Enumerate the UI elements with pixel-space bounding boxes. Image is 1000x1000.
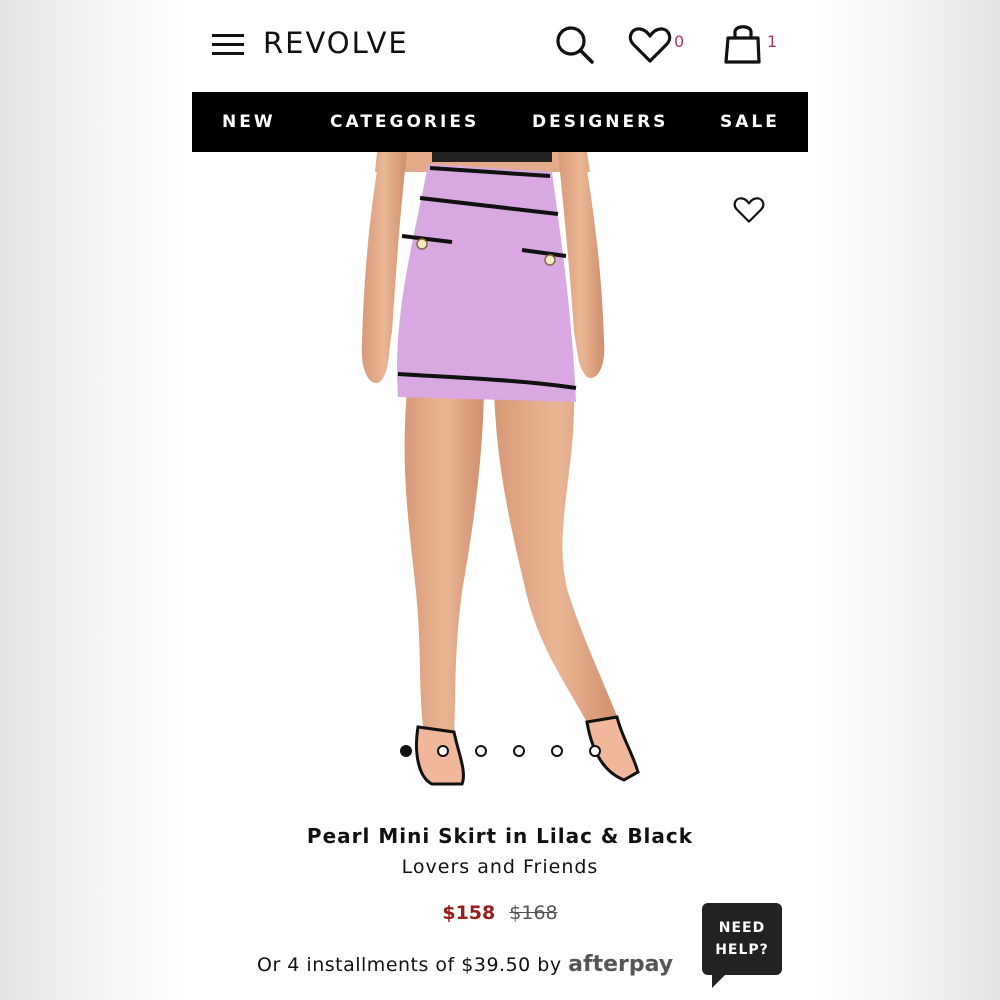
- carousel-dot-6[interactable]: [589, 745, 601, 757]
- installments-text: Or 4 installments of $39.50 by afterpay: [257, 952, 673, 977]
- wishlist-count: 0: [674, 32, 685, 51]
- carousel-dot-5[interactable]: [551, 745, 563, 757]
- header: REVOLVE 0 1: [192, 0, 808, 92]
- carousel-dot-4[interactable]: [513, 745, 525, 757]
- heart-icon[interactable]: [628, 26, 672, 64]
- product-title: Pearl Mini Skirt in Lilac & Black: [306, 824, 694, 848]
- menu-icon[interactable]: [212, 34, 244, 56]
- original-price: $168: [509, 902, 558, 924]
- carousel-dot-2[interactable]: [437, 745, 449, 757]
- bag-count: 1: [767, 32, 778, 51]
- search-icon[interactable]: [554, 24, 596, 66]
- category-nav: NEW CATEGORIES DESIGNERS SALE: [192, 92, 808, 152]
- logo[interactable]: REVOLVE: [263, 26, 409, 60]
- product-image[interactable]: [192, 152, 808, 812]
- image-carousel-dots: [192, 745, 808, 761]
- carousel-dot-1[interactable]: [400, 745, 412, 757]
- app-screen: REVOLVE 0 1 NEW CATEGORIES DESIGNERS SAL…: [192, 0, 808, 1000]
- help-bubble-tail: [712, 974, 726, 988]
- product-photo: [361, 152, 640, 786]
- nav-item-designers[interactable]: DESIGNERS: [532, 112, 668, 132]
- need-help-button[interactable]: NEED HELP?: [702, 903, 782, 975]
- nav-item-sale[interactable]: SALE: [720, 112, 780, 132]
- nav-item-categories[interactable]: CATEGORIES: [330, 112, 479, 132]
- afterpay-logo[interactable]: afterpay: [568, 952, 673, 977]
- wishlist-heart-icon[interactable]: [733, 196, 765, 224]
- nav-item-new[interactable]: NEW: [222, 112, 276, 132]
- help-line-2: HELP?: [715, 942, 769, 958]
- sale-price: $158: [442, 902, 496, 924]
- help-line-1: NEED: [718, 920, 766, 936]
- installments-label: Or 4 installments of $39.50 by: [257, 954, 562, 976]
- bag-icon[interactable]: [723, 22, 763, 64]
- product-brand[interactable]: Lovers and Friends: [192, 856, 808, 878]
- carousel-dot-3[interactable]: [475, 745, 487, 757]
